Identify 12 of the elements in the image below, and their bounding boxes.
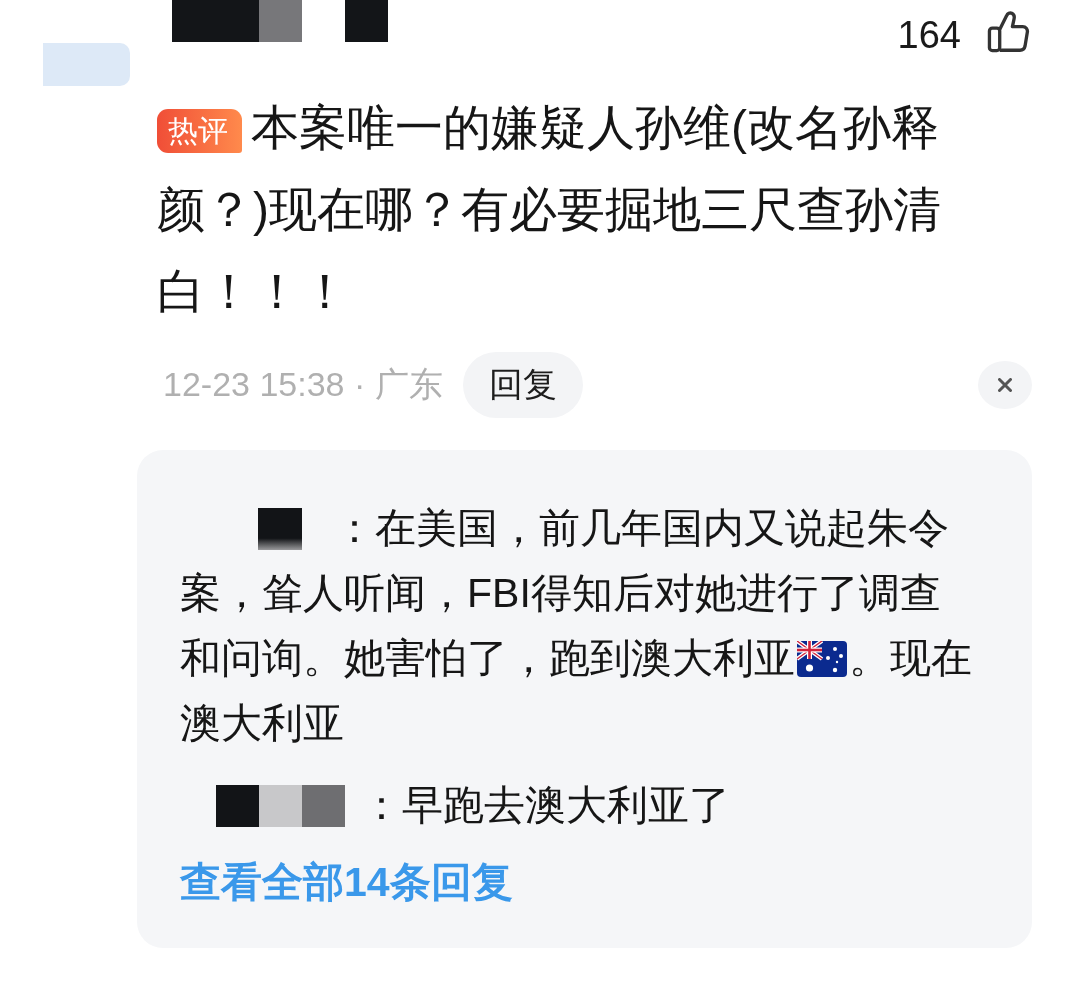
thumbs-up-icon: [987, 10, 1030, 53]
close-button[interactable]: [978, 361, 1032, 409]
flag-icon: [797, 641, 847, 677]
reply-text: ：早跑去澳大利亚了: [180, 773, 977, 838]
reply-button[interactable]: 回复: [462, 352, 583, 418]
redacted-username: [258, 508, 302, 550]
close-icon: [998, 378, 1012, 392]
comment-text: 热评 本案唯一的嫌疑人孙维(改名孙释颜？)现在哪？有必要掘地三尺查孙清白！！！: [157, 100, 942, 320]
time-location-text: 12-23 15:38 · 广东: [163, 364, 443, 405]
hot-comment-badge: 热评: [157, 109, 242, 154]
reply-text: ：在美国，前几年国内又说起朱令案，耸人听闻，FBI得知后对她进行了调查和问询。她害怕了，跑到澳大利亚 。现在澳大利亚: [180, 504, 973, 748]
like-button[interactable]: 164: [897, 10, 1030, 53]
